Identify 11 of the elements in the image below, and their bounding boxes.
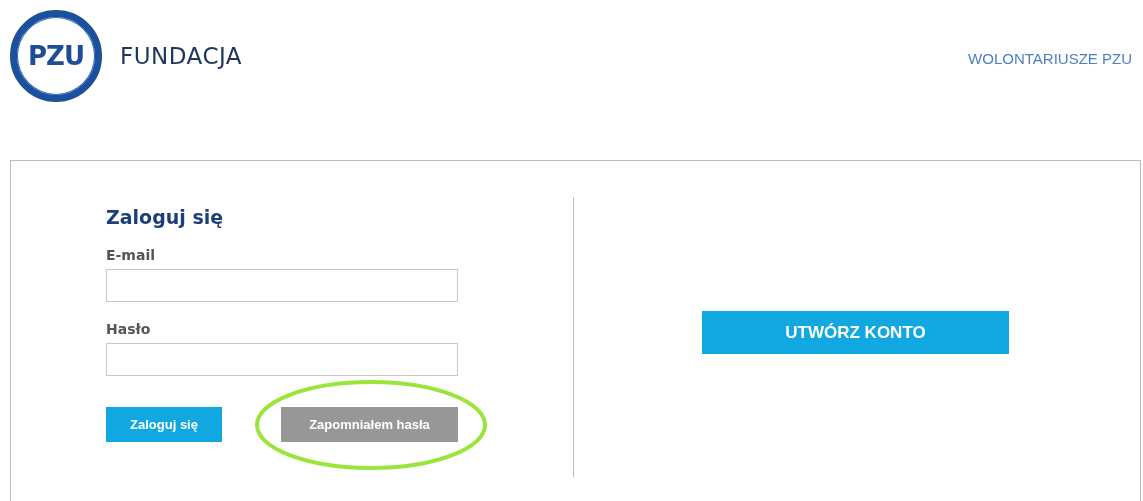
create-account-button[interactable]: UTWÓRZ KONTO [702, 311, 1009, 354]
nav-link[interactable]: WOLONTARIUSZE PZU [968, 50, 1132, 67]
input-field[interactable] [106, 269, 458, 302]
login-button[interactable]: Zaloguj się [106, 407, 222, 442]
field-label: Hasło [106, 321, 152, 337]
field-label: E-mail [106, 247, 156, 263]
input-field[interactable] [106, 343, 458, 376]
brand-name: FUNDACJA [120, 43, 243, 69]
forgot-password-button[interactable]: Zapomniałem hasła [281, 407, 458, 442]
login-title: Zaloguj się [106, 206, 225, 228]
logo-mark: PZU [28, 41, 84, 71]
